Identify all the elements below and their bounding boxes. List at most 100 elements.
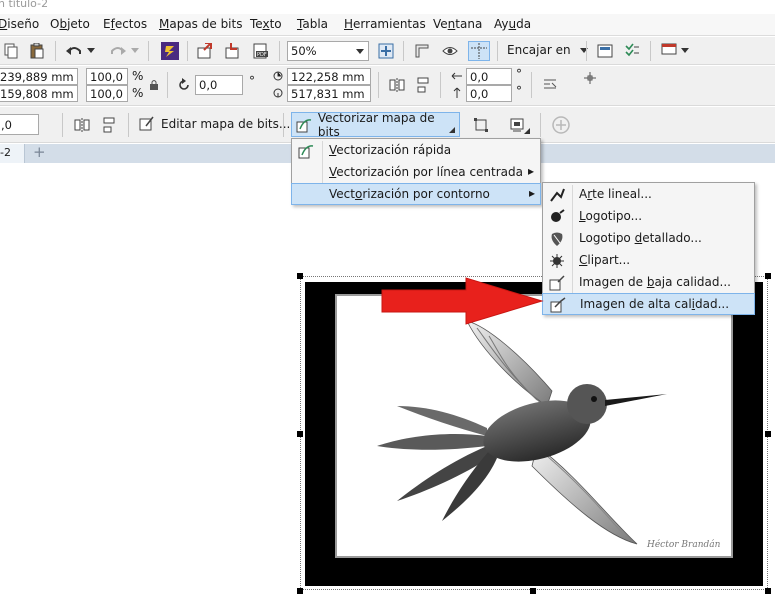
- skew-horizontal-icon: [450, 69, 464, 83]
- trace-bitmap-menu: Vectorización rápida Vectorización por l…: [291, 138, 541, 205]
- high-quality-image-icon: [550, 297, 566, 313]
- document-tab-label: -2: [0, 146, 11, 159]
- export-icon[interactable]: [224, 42, 242, 60]
- property-bar: 239,889 mm 159,808 mm 100,0 100,0 % % 0,…: [0, 66, 775, 106]
- height-icon: [271, 86, 285, 100]
- low-quality-image-icon: [549, 275, 565, 291]
- add-plus-circle-icon[interactable]: [551, 115, 571, 135]
- logo-icon: [551, 209, 565, 222]
- resize-handle-bottom[interactable]: [530, 588, 536, 594]
- menu-item-efectos[interactable]: Efectos: [103, 17, 147, 31]
- high-quality-image-item[interactable]: Imagen de alta calidad...: [542, 293, 755, 315]
- quick-trace-item[interactable]: Vectorización rápida: [292, 140, 540, 162]
- hummingbird-illustration: [377, 320, 667, 545]
- relative-center-icon[interactable]: [582, 70, 598, 86]
- trace-bitmap-icon: [296, 118, 312, 132]
- skew-horizontal-field[interactable]: 0,0: [466, 68, 512, 85]
- resize-handle-top-right[interactable]: [765, 273, 771, 279]
- trace-dropdown-corner-icon: [449, 127, 455, 133]
- full-screen-preview-icon[interactable]: [377, 42, 395, 60]
- lock-ratio-icon[interactable]: [147, 78, 161, 92]
- rotation-icon: [176, 77, 192, 93]
- outline-trace-item[interactable]: Vectorización por contorno ▸: [291, 183, 541, 205]
- add-document-tab-button[interactable]: +: [33, 143, 46, 161]
- mirror-vertical-icon[interactable]: [414, 76, 432, 94]
- red-arrow-annotation: [381, 277, 544, 325]
- menu-item-tabla[interactable]: Tabla: [297, 17, 328, 31]
- outline-trace-submenu: Arte lineal... Logotipo... Logotipo deta…: [542, 182, 755, 315]
- edit-bitmap-icon: [139, 116, 154, 131]
- skew-vertical-field[interactable]: 0,0: [466, 85, 512, 102]
- menu-item-texto[interactable]: Texto: [250, 17, 282, 31]
- skew-vertical-icon: [450, 86, 464, 100]
- undo-icon[interactable]: [64, 42, 84, 60]
- show-guidelines-icon[interactable]: [468, 41, 490, 61]
- detailed-logo-item[interactable]: Logotipo detallado...: [543, 228, 754, 250]
- zoom-level-select[interactable]: 50%: [287, 41, 369, 61]
- mirror-horizontal-icon[interactable]: [388, 76, 406, 94]
- publish-pdf-icon[interactable]: PDF: [252, 42, 270, 60]
- edit-bitmap-button[interactable]: Editar mapa de bits...: [138, 116, 290, 132]
- snap-chevron-down-icon[interactable]: [580, 47, 589, 54]
- resize-handle-bottom-right[interactable]: [765, 588, 771, 594]
- document-tab-active[interactable]: -2: [0, 144, 25, 163]
- menu-item-mapas-de-bits[interactable]: Mapas de bits: [159, 17, 242, 31]
- clipart-item[interactable]: Clipart...: [543, 250, 754, 272]
- menu-item-ventana[interactable]: Ventana: [433, 17, 482, 31]
- trace-bitmap-button[interactable]: Vectorizar mapa de bits: [291, 111, 460, 139]
- clipart-icon: [550, 254, 564, 268]
- title-bar: n título-2: [0, 0, 775, 14]
- y-position-field[interactable]: 159,808 mm: [0, 85, 78, 102]
- rotation-angle-field[interactable]: 0,0: [195, 75, 243, 95]
- line-art-item[interactable]: Arte lineal...: [543, 184, 754, 206]
- width-icon: [271, 69, 285, 83]
- corel-connect-icon[interactable]: [160, 41, 180, 61]
- bitmap-mirror-vertical-icon[interactable]: [100, 116, 118, 134]
- zoom-chevron-down-icon[interactable]: [356, 49, 364, 55]
- show-rulers-icon[interactable]: [413, 42, 431, 60]
- resize-handle-left[interactable]: [297, 431, 303, 437]
- paste-icon[interactable]: [28, 42, 46, 60]
- resize-handle-bottom-left[interactable]: [297, 588, 303, 594]
- scale-x-field[interactable]: 100,0: [86, 68, 128, 85]
- menu-item-herramientas[interactable]: Herramientas: [344, 17, 426, 31]
- svg-text:PDF: PDF: [257, 52, 267, 58]
- skew-h-degree-unit: °: [516, 67, 522, 81]
- snap-to-dropdown[interactable]: Encajar en: [507, 43, 589, 57]
- welcome-screen-icon[interactable]: [596, 42, 614, 60]
- low-quality-image-item[interactable]: Imagen de baja calidad...: [543, 272, 754, 294]
- photo-frame: Héctor Brandán: [335, 294, 733, 558]
- centerline-trace-item[interactable]: Vectorización por línea centrada ▸: [292, 162, 540, 184]
- menu-item-diseno[interactable]: Diseño: [0, 17, 39, 31]
- bitmap-mirror-horizontal-icon[interactable]: [73, 116, 91, 134]
- width-field[interactable]: 122,258 mm: [287, 68, 371, 85]
- resample-icon[interactable]: [472, 116, 490, 134]
- copy-icon[interactable]: [2, 42, 20, 60]
- skew-v-degree-unit: °: [516, 84, 522, 98]
- wrap-text-icon[interactable]: [541, 76, 559, 94]
- height-field[interactable]: 517,831 mm: [287, 85, 371, 102]
- rotation-degree-unit: °: [249, 74, 255, 88]
- menu-bar: Diseño Objeto Efectos Mapas de bits Text…: [0, 14, 775, 36]
- outline-submenu-arrow-icon: ▸: [529, 186, 536, 200]
- logo-item[interactable]: Logotipo...: [543, 206, 754, 228]
- scale-y-field[interactable]: 100,0: [86, 85, 128, 102]
- outline-width-field[interactable]: ,0: [0, 114, 39, 135]
- import-icon[interactable]: [196, 42, 214, 60]
- hummingbird-bitmap[interactable]: Héctor Brandán: [305, 282, 763, 586]
- launch-chevron-down-icon[interactable]: [680, 42, 690, 60]
- resize-handle-right[interactable]: [765, 431, 771, 437]
- line-art-icon: [550, 188, 565, 202]
- undo-dropdown-chevron-down-icon[interactable]: [86, 42, 96, 60]
- resize-handle-top-left[interactable]: [297, 273, 303, 279]
- options-list-icon[interactable]: [623, 42, 641, 60]
- x-position-field[interactable]: 239,889 mm: [0, 68, 78, 85]
- launch-application-icon[interactable]: [660, 42, 678, 60]
- menu-item-ayuda[interactable]: Ayuda: [494, 17, 531, 31]
- show-grid-eye-icon[interactable]: [441, 42, 459, 60]
- redo-dropdown-chevron-down-icon[interactable]: [130, 42, 140, 60]
- menu-item-objeto[interactable]: Objeto: [50, 17, 90, 31]
- redo-icon[interactable]: [108, 42, 128, 60]
- crop-dropdown-corner-icon[interactable]: [524, 128, 530, 134]
- quick-trace-icon: [298, 145, 314, 159]
